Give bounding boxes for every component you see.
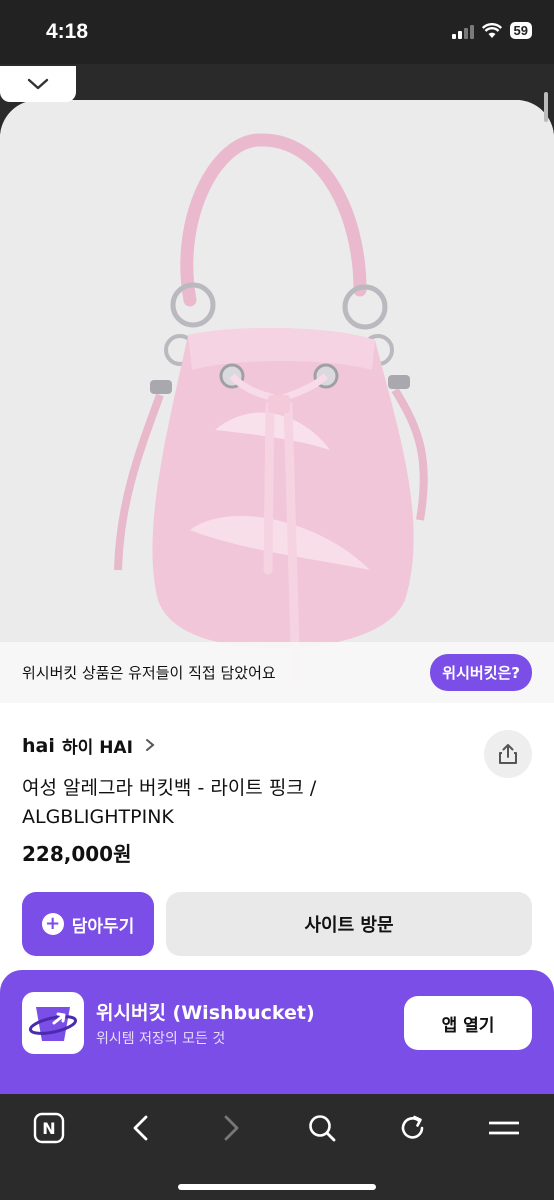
naver-home-button[interactable]: N	[27, 1106, 71, 1150]
status-icons: 59	[451, 22, 532, 39]
refresh-button[interactable]	[391, 1106, 435, 1150]
status-time: 4:18	[46, 20, 89, 43]
status-bar: 4:18 59	[0, 0, 554, 64]
naver-n-icon: N	[33, 1112, 65, 1144]
search-icon	[309, 1115, 336, 1142]
brand-logo-text: hai	[22, 735, 54, 756]
cellular-signal-icon	[451, 23, 474, 39]
product-sheet: 위시버킷 상품은 유저들이 직접 담았어요 위시버킷은? hai 하이 HAI …	[0, 100, 554, 1094]
brand-link[interactable]: hai 하이 HAI	[22, 732, 155, 758]
share-icon	[499, 744, 517, 764]
battery-indicator: 59	[509, 22, 532, 39]
save-button-label: 담아두기	[71, 916, 135, 937]
refresh-icon	[401, 1115, 424, 1139]
bucket-bag-illustration	[114, 133, 428, 685]
app-subtitle: 위시템 저장의 모든 것	[96, 1031, 226, 1047]
save-to-wishlist-button[interactable]: + 담아두기	[22, 892, 154, 956]
chevron-right-icon	[224, 1115, 239, 1141]
hai-logo-icon: hai	[22, 735, 54, 756]
product-price: 228,000원	[22, 842, 132, 866]
chevron-down-icon	[27, 78, 49, 90]
wishbucket-notice-bar: 위시버킷 상품은 유저들이 직접 담았어요 위시버킷은?	[0, 642, 554, 703]
notice-text: 위시버킷 상품은 유저들이 직접 담았어요	[22, 664, 276, 682]
what-is-wishbucket-button[interactable]: 위시버킷은?	[430, 654, 532, 691]
menu-button[interactable]	[482, 1106, 526, 1150]
brand-logo: hai	[22, 732, 54, 758]
forward-button[interactable]	[210, 1106, 254, 1150]
chevron-right-icon	[145, 739, 155, 751]
screen: 4:18 59 위시버킷 상품은 유저들이 직접 담았어요 위시버킷은? hai…	[0, 0, 554, 1200]
home-icon-letter: N	[42, 1119, 55, 1138]
chevron-left-icon	[133, 1115, 148, 1141]
collapse-sheet-button[interactable]	[0, 66, 76, 102]
plus-icon: +	[41, 913, 64, 935]
home-indicator[interactable]	[178, 1184, 376, 1190]
product-image	[0, 100, 554, 703]
bucket-logo-icon	[28, 1007, 78, 1041]
share-button[interactable]	[484, 730, 532, 778]
scroll-indicator[interactable]	[544, 92, 548, 122]
search-button[interactable]	[300, 1106, 344, 1150]
hamburger-menu-icon	[489, 1121, 519, 1135]
product-title: 여성 알레그라 버킷백 - 라이트 핑크 / ALGBLIGHTPINK	[22, 777, 317, 828]
wifi-icon	[481, 22, 502, 38]
app-name: 위시버킷 (Wishbucket)	[96, 1002, 315, 1024]
open-app-button[interactable]: 앱 열기	[404, 996, 532, 1050]
brand-name: 하이 HAI	[62, 737, 133, 758]
back-button[interactable]	[118, 1106, 162, 1150]
app-promo-banner: 위시버킷 (Wishbucket) 위시템 저장의 모든 것 앱 열기	[0, 970, 554, 1094]
visit-site-button[interactable]: 사이트 방문	[166, 892, 532, 956]
wishbucket-app-icon	[22, 992, 84, 1054]
